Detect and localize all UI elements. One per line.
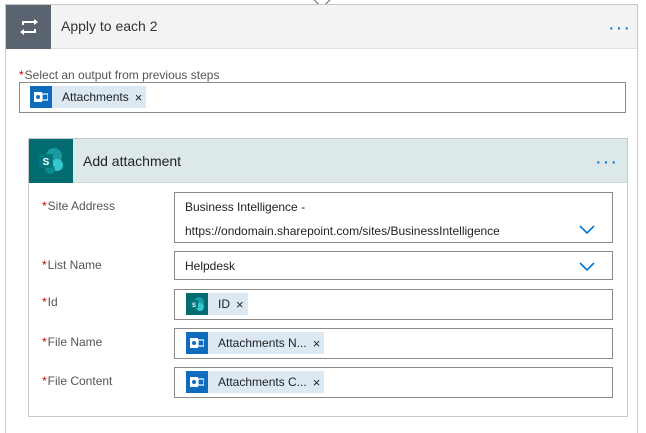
remove-token-button[interactable]: × (313, 336, 325, 351)
file-content-input[interactable]: Attachments C... × (174, 367, 613, 398)
remove-token-button[interactable]: × (135, 90, 147, 105)
flow-canvas: Apply to each 2 ··· *Select an output fr… (0, 0, 646, 433)
add-attachment-title: Add attachment (83, 153, 182, 169)
file-name-token-label: Attachments N... (218, 336, 307, 350)
attachments-token-label: Attachments (62, 90, 129, 104)
outlook-icon (186, 332, 208, 354)
add-attachment-more-button[interactable]: ··· (595, 152, 618, 172)
select-output-label: *Select an output from previous steps (19, 68, 219, 82)
remove-token-button[interactable]: × (236, 297, 248, 312)
attachments-token[interactable]: Attachments × (30, 86, 147, 108)
required-asterisk: * (19, 68, 24, 82)
id-token-label: ID (218, 297, 230, 311)
list-name-label-text: List Name (47, 258, 102, 272)
file-name-token[interactable]: Attachments N... × (186, 332, 325, 354)
list-name-label: *List Name (42, 258, 102, 272)
file-name-label: *File Name (42, 335, 102, 349)
required-asterisk: * (42, 335, 47, 349)
svg-text:S: S (192, 303, 196, 309)
svg-text:S: S (43, 157, 50, 168)
file-name-label-text: File Name (47, 335, 103, 349)
required-asterisk: * (42, 258, 47, 272)
list-name-dropdown[interactable]: Helpdesk (174, 251, 613, 280)
id-label: *Id (42, 295, 58, 309)
loop-icon (6, 5, 51, 49)
file-content-token[interactable]: Attachments C... × (186, 371, 325, 393)
id-token[interactable]: S ID × (186, 293, 248, 315)
apply-to-each-card: Apply to each 2 ··· *Select an output fr… (5, 4, 638, 433)
site-address-label-text: Site Address (47, 199, 116, 213)
id-input[interactable]: S ID × (174, 289, 613, 320)
chevron-down-icon[interactable] (579, 262, 595, 272)
file-name-input[interactable]: Attachments N... × (174, 328, 613, 359)
required-asterisk: * (42, 374, 47, 388)
apply-to-each-header[interactable]: Apply to each 2 ··· (6, 5, 637, 49)
site-address-dropdown[interactable]: Business Intelligence - https://ondomain… (174, 192, 613, 243)
file-content-label: *File Content (42, 374, 112, 388)
outlook-icon (186, 371, 208, 393)
apply-to-each-more-button[interactable]: ··· (608, 18, 631, 38)
required-asterisk: * (42, 295, 47, 309)
id-label-text: Id (47, 295, 58, 309)
required-asterisk: * (42, 199, 47, 213)
file-content-label-text: File Content (47, 374, 113, 388)
file-content-token-label: Attachments C... (218, 375, 307, 389)
site-address-value-line2: https://ondomain.sharepoint.com/sites/Bu… (185, 224, 500, 238)
sharepoint-icon: S (186, 293, 208, 315)
select-output-input[interactable]: Attachments × (19, 82, 626, 113)
add-attachment-header[interactable]: S Add attachment ··· (29, 139, 627, 183)
add-attachment-card: S Add attachment ··· *Site Address Busin… (28, 138, 628, 417)
sharepoint-icon: S (29, 139, 73, 183)
site-address-label: *Site Address (42, 199, 115, 213)
site-address-value-line1: Business Intelligence - (185, 200, 306, 214)
remove-token-button[interactable]: × (313, 375, 325, 390)
select-output-label-text: Select an output from previous steps (24, 68, 220, 82)
chevron-down-icon[interactable] (579, 225, 595, 235)
list-name-value: Helpdesk (185, 259, 236, 273)
outlook-icon (30, 86, 52, 108)
apply-to-each-title: Apply to each 2 (61, 18, 158, 34)
